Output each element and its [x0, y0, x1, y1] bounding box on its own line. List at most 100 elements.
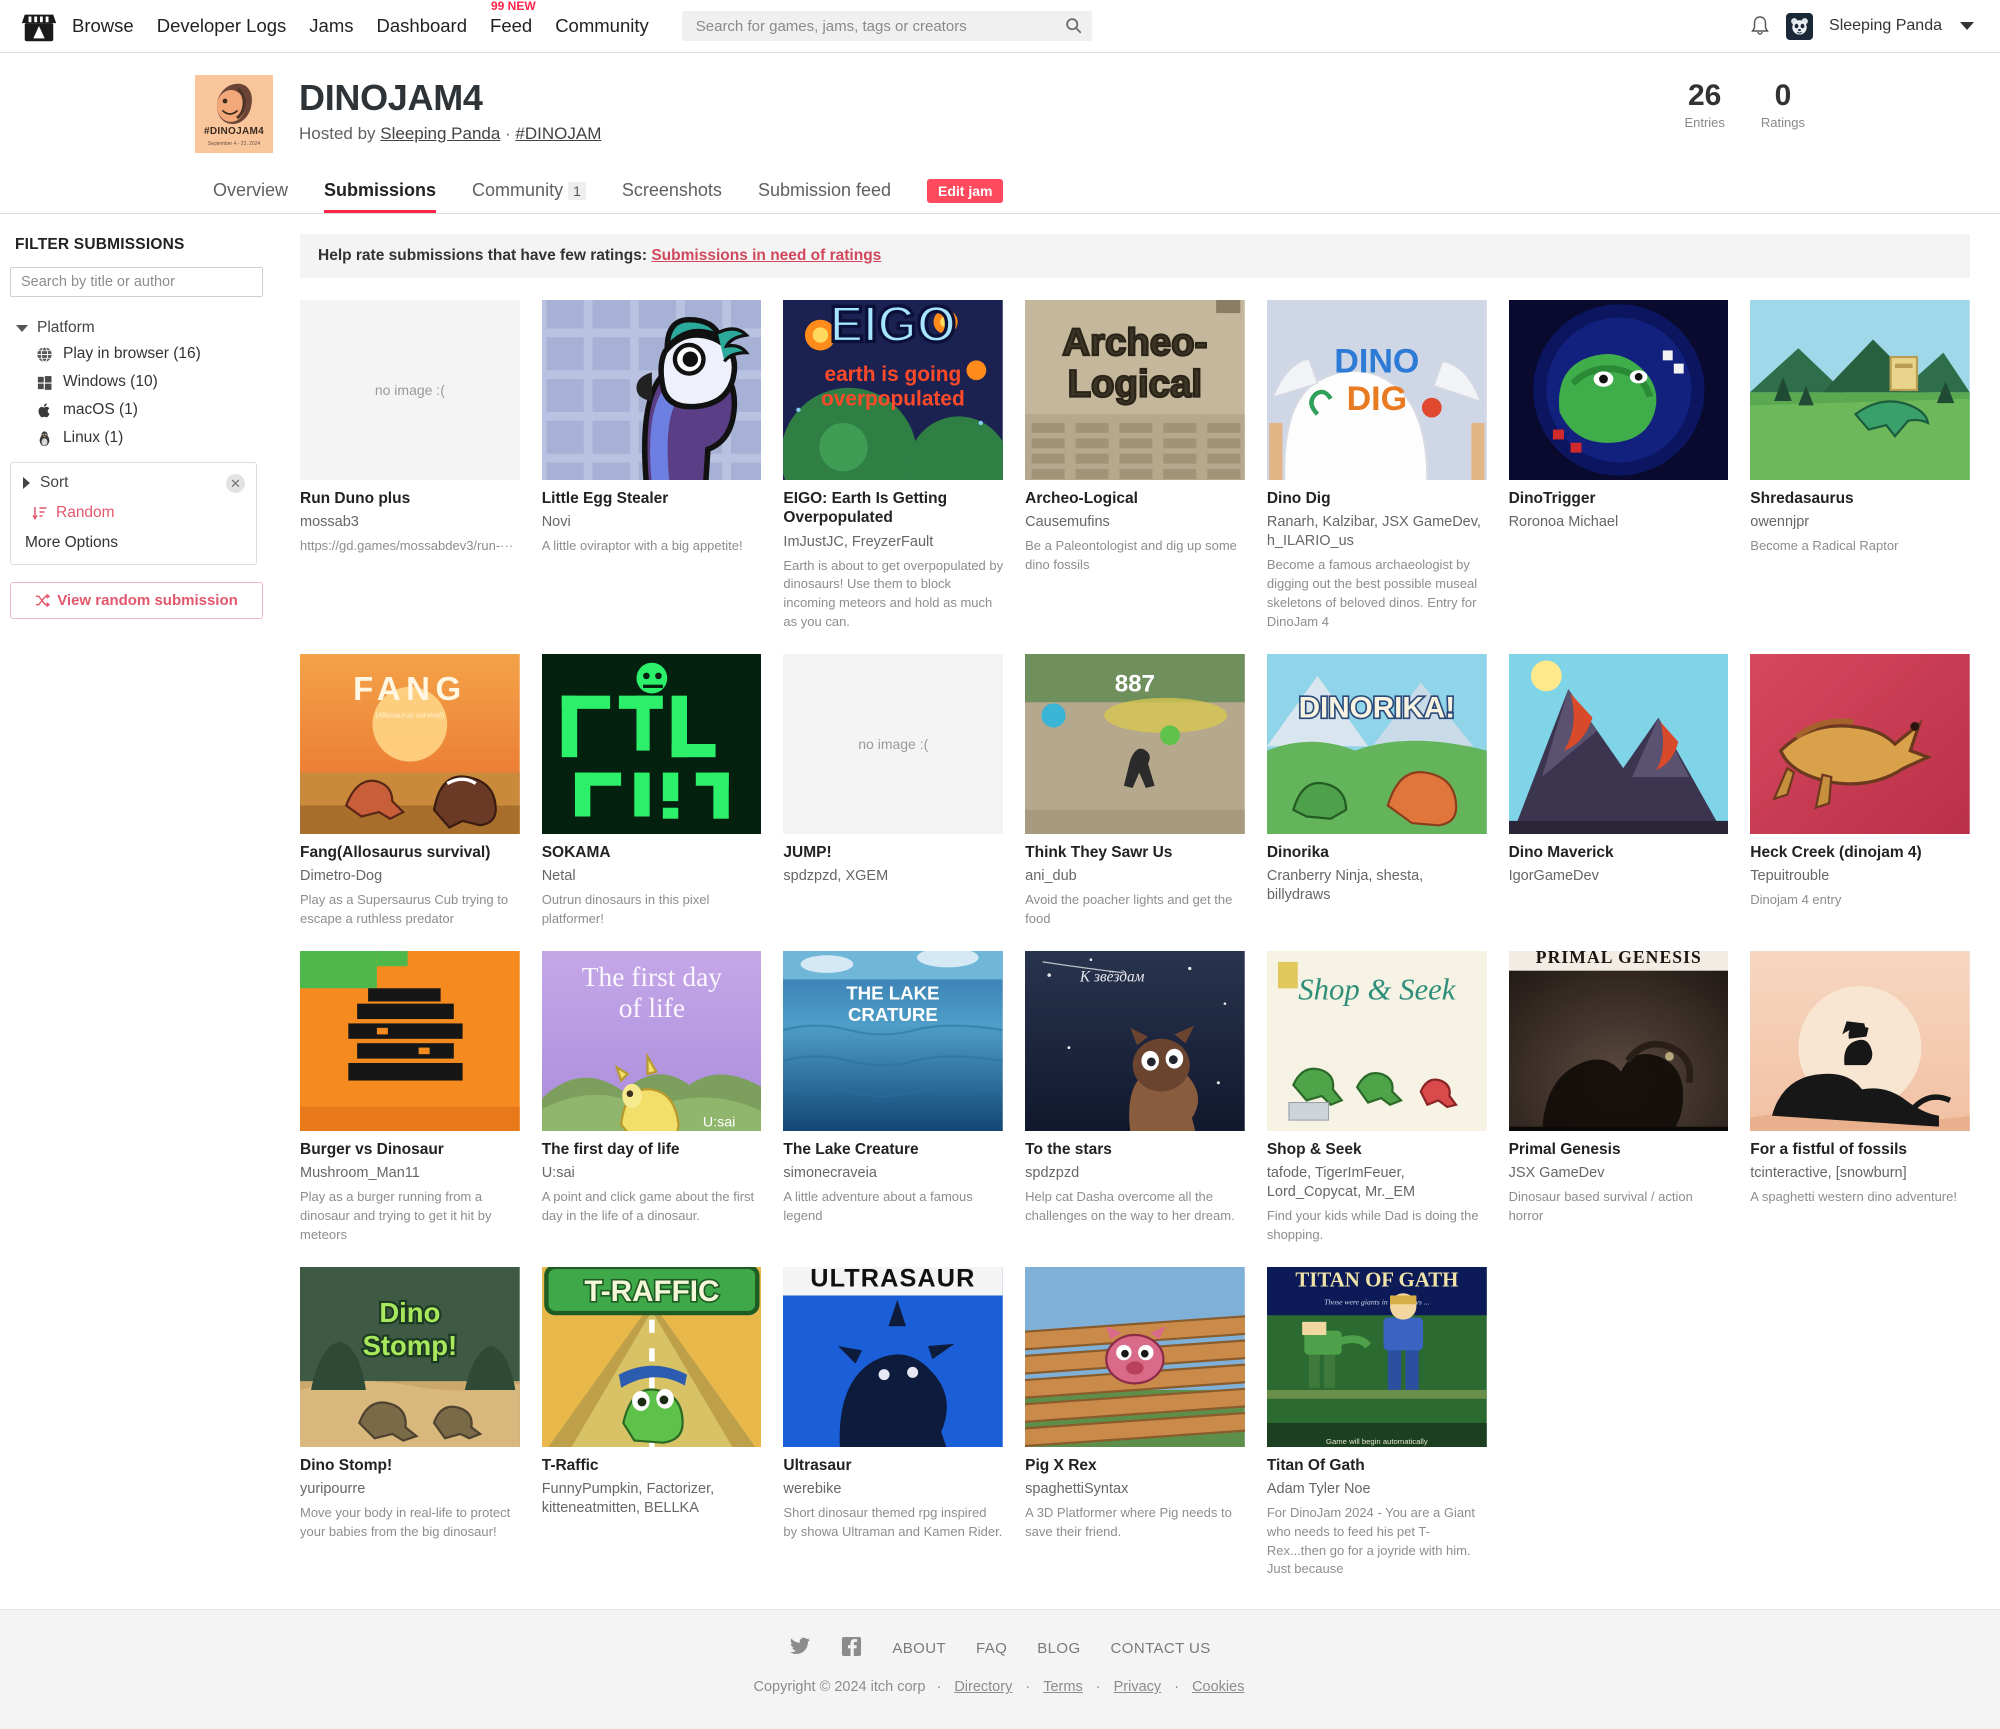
tab-overview[interactable]: Overview: [195, 180, 306, 213]
filter-windows[interactable]: Windows (10): [36, 373, 257, 391]
submission-card[interactable]: К звёздам To the stars spdzpzd Help cat Das…: [1025, 950, 1245, 1245]
footer-link-about[interactable]: ABOUT: [892, 1640, 946, 1657]
submission-card[interactable]: THE LAKE CRATURE The Lake Creature simonec…: [783, 950, 1004, 1245]
platform-group-header[interactable]: Platform: [16, 319, 257, 337]
submission-card[interactable]: 887 Think They Sawr Us ani_dub Avoid the po…: [1025, 653, 1245, 929]
submission-thumbnail[interactable]: [1750, 653, 1970, 834]
submission-title: Dino Dig: [1266, 490, 1331, 507]
submission-thumbnail[interactable]: Archeo- Logical: [1025, 300, 1245, 480]
no-image-placeholder: no image :(: [858, 735, 929, 752]
submission-thumbnail[interactable]: [1750, 300, 1970, 480]
submission-thumbnail[interactable]: The first day of life U:sai: [541, 950, 762, 1131]
filter-macos[interactable]: macOS (1): [36, 401, 257, 419]
submission-thumbnail[interactable]: [1508, 653, 1729, 834]
jam-hashtag-link[interactable]: #DINOJAM: [515, 124, 601, 143]
submission-thumbnail[interactable]: EIGO earth is going overpopulated: [783, 300, 1004, 480]
footer-link-privacy[interactable]: Privacy: [1114, 1679, 1162, 1695]
nav-link-browse[interactable]: Browse: [72, 13, 134, 39]
chevron-down-icon[interactable]: [1960, 22, 1974, 30]
facebook-icon[interactable]: [841, 1636, 862, 1661]
twitter-icon[interactable]: [789, 1637, 811, 1660]
submission-card[interactable]: no image :(JUMP! spdzpzd, XGEM: [783, 653, 1004, 929]
submissions-in-need-link[interactable]: Submissions in need of ratings: [651, 247, 881, 264]
submission-thumbnail[interactable]: [1025, 1266, 1245, 1447]
submission-thumbnail[interactable]: no image :(: [783, 653, 1004, 834]
submission-card[interactable]: The first day of life U:sai The first day…: [541, 950, 762, 1245]
submission-thumbnail[interactable]: T-RAFFIC: [541, 1266, 762, 1447]
submission-thumbnail[interactable]: no image :(: [300, 300, 520, 480]
submission-thumbnail[interactable]: [1508, 300, 1729, 480]
footer-link-cookies[interactable]: Cookies: [1192, 1679, 1244, 1695]
footer-link-terms[interactable]: Terms: [1043, 1679, 1082, 1695]
global-search-wrapper[interactable]: [681, 11, 1092, 41]
submission-card[interactable]: DINO DIG Dino Dig Ranarh, Kalzibar, JSX G…: [1266, 300, 1487, 632]
submission-card[interactable]: T-RAFFIC T-Raffic FunnyPumpkin, Factorize…: [541, 1266, 762, 1580]
submission-card[interactable]: DINORIKA! Dinorika Cranberry Ninja, shesta…: [1266, 653, 1487, 929]
submission-thumbnail[interactable]: К звёздам: [1025, 950, 1245, 1131]
submission-card[interactable]: FANG (Allosaurus survival) Fang(Allosaur…: [300, 653, 520, 929]
tab-submissions[interactable]: Submissions: [306, 180, 454, 213]
jam-host-link[interactable]: Sleeping Panda: [380, 124, 500, 143]
tab-screenshots[interactable]: Screenshots: [604, 180, 740, 213]
submission-thumbnail[interactable]: TITAN OF GATH Those were giants in those…: [1266, 1266, 1487, 1447]
svg-text:T-RAFFIC: T-RAFFIC: [584, 1275, 719, 1308]
sort-option-random[interactable]: Random: [32, 504, 244, 522]
submission-thumbnail[interactable]: [300, 950, 520, 1131]
jam-cover-image[interactable]: #DINOJAM4 September 4 - 23, 2024: [195, 75, 273, 153]
close-icon[interactable]: ✕: [226, 474, 245, 493]
submission-thumbnail[interactable]: [541, 300, 762, 480]
submission-card[interactable]: For a fistful of fossils tcinteractive, […: [1750, 950, 1970, 1245]
tab-submission-feed[interactable]: Submission feed: [740, 180, 909, 213]
submission-thumbnail[interactable]: DINORIKA!: [1266, 653, 1487, 834]
submission-card[interactable]: Shredasaurus owennjpr Become a Radical Rap…: [1750, 300, 1970, 632]
submission-card[interactable]: SOKAMA Netal Outrun dinosaurs in this pixe…: [541, 653, 762, 929]
panda-avatar-icon[interactable]: [1786, 12, 1814, 40]
nav-link-dashboard[interactable]: Dashboard: [377, 13, 468, 39]
footer-link-faq[interactable]: FAQ: [976, 1640, 1007, 1657]
footer-link-blog[interactable]: BLOG: [1037, 1640, 1080, 1657]
more-options-link[interactable]: More Options: [25, 534, 244, 552]
submission-card[interactable]: no image :(Run Duno plus mossab3 https://g…: [300, 300, 520, 632]
submission-thumbnail[interactable]: Shop & Seek: [1266, 950, 1487, 1131]
submission-card[interactable]: ULTRASAUR Ultrasaur werebike Short dinosau…: [783, 1266, 1004, 1580]
global-search-input[interactable]: [693, 16, 1080, 36]
notification-bell-icon[interactable]: [1750, 15, 1770, 37]
submission-card[interactable]: Little Egg Stealer Novi A little oviraptor…: [541, 300, 762, 632]
submission-thumbnail[interactable]: PRIMAL GENESIS: [1508, 950, 1729, 1131]
submission-thumbnail[interactable]: 887: [1025, 653, 1245, 834]
footer-link-contact-us[interactable]: CONTACT US: [1111, 1640, 1211, 1657]
submission-thumbnail[interactable]: THE LAKE CRATURE: [783, 950, 1004, 1131]
search-icon[interactable]: [1065, 17, 1082, 39]
submission-thumbnail[interactable]: [1750, 950, 1970, 1131]
filter-search-input[interactable]: [10, 267, 263, 297]
nav-link-community[interactable]: Community: [555, 13, 649, 39]
nav-link-developer-logs[interactable]: Developer Logs: [157, 13, 287, 39]
footer-link-directory[interactable]: Directory: [954, 1679, 1012, 1695]
submission-thumbnail[interactable]: DINO DIG: [1266, 300, 1487, 480]
submission-card[interactable]: PRIMAL GENESIS Primal Genesis JSX GameDev…: [1508, 950, 1729, 1245]
nav-link-feed[interactable]: Feed: [490, 13, 532, 38]
submission-card[interactable]: EIGO earth is going overpopulated EIGO: E…: [783, 300, 1004, 632]
edit-jam-button[interactable]: Edit jam: [927, 179, 1004, 203]
submission-thumbnail[interactable]: FANG (Allosaurus survival): [300, 653, 520, 834]
submission-card[interactable]: TITAN OF GATH Those were giants in those…: [1266, 1266, 1487, 1580]
filter-play-in-browser[interactable]: Play in browser (16): [36, 345, 257, 363]
view-random-submission-button[interactable]: View random submission: [10, 582, 263, 619]
submission-card[interactable]: Archeo- Logical Archeo-Logical Causemufin…: [1025, 300, 1245, 632]
submission-card[interactable]: Pig X Rex spaghettiSyntax A 3D Platformer …: [1025, 1266, 1245, 1580]
filter-linux[interactable]: Linux (1): [36, 429, 257, 447]
submission-card[interactable]: Heck Creek (dinojam 4) Tepuitrouble Dinoja…: [1750, 653, 1970, 929]
submission-thumbnail[interactable]: [541, 653, 762, 834]
tab-community[interactable]: Community 1: [454, 180, 604, 213]
nav-link-jams[interactable]: Jams: [309, 13, 353, 39]
sort-group-header[interactable]: Sort: [23, 474, 244, 492]
submission-card[interactable]: DinoTrigger Roronoa Michael: [1508, 300, 1729, 632]
submission-card[interactable]: Shop & Seek Shop & Seek tafode, TigerImFe…: [1266, 950, 1487, 1245]
user-name-label[interactable]: Sleeping Panda: [1829, 17, 1942, 35]
itch-io-logo[interactable]: [20, 7, 58, 45]
submission-thumbnail[interactable]: Dino Stomp!: [300, 1266, 520, 1447]
submission-thumbnail[interactable]: ULTRASAUR: [783, 1266, 1004, 1447]
submission-card[interactable]: Dino Stomp! Dino Stomp! yuripourre Move you…: [300, 1266, 520, 1580]
submission-card[interactable]: Burger vs Dinosaur Mushroom_Man11 Play as …: [300, 950, 520, 1245]
submission-card[interactable]: Dino Maverick IgorGameDev: [1508, 653, 1729, 929]
